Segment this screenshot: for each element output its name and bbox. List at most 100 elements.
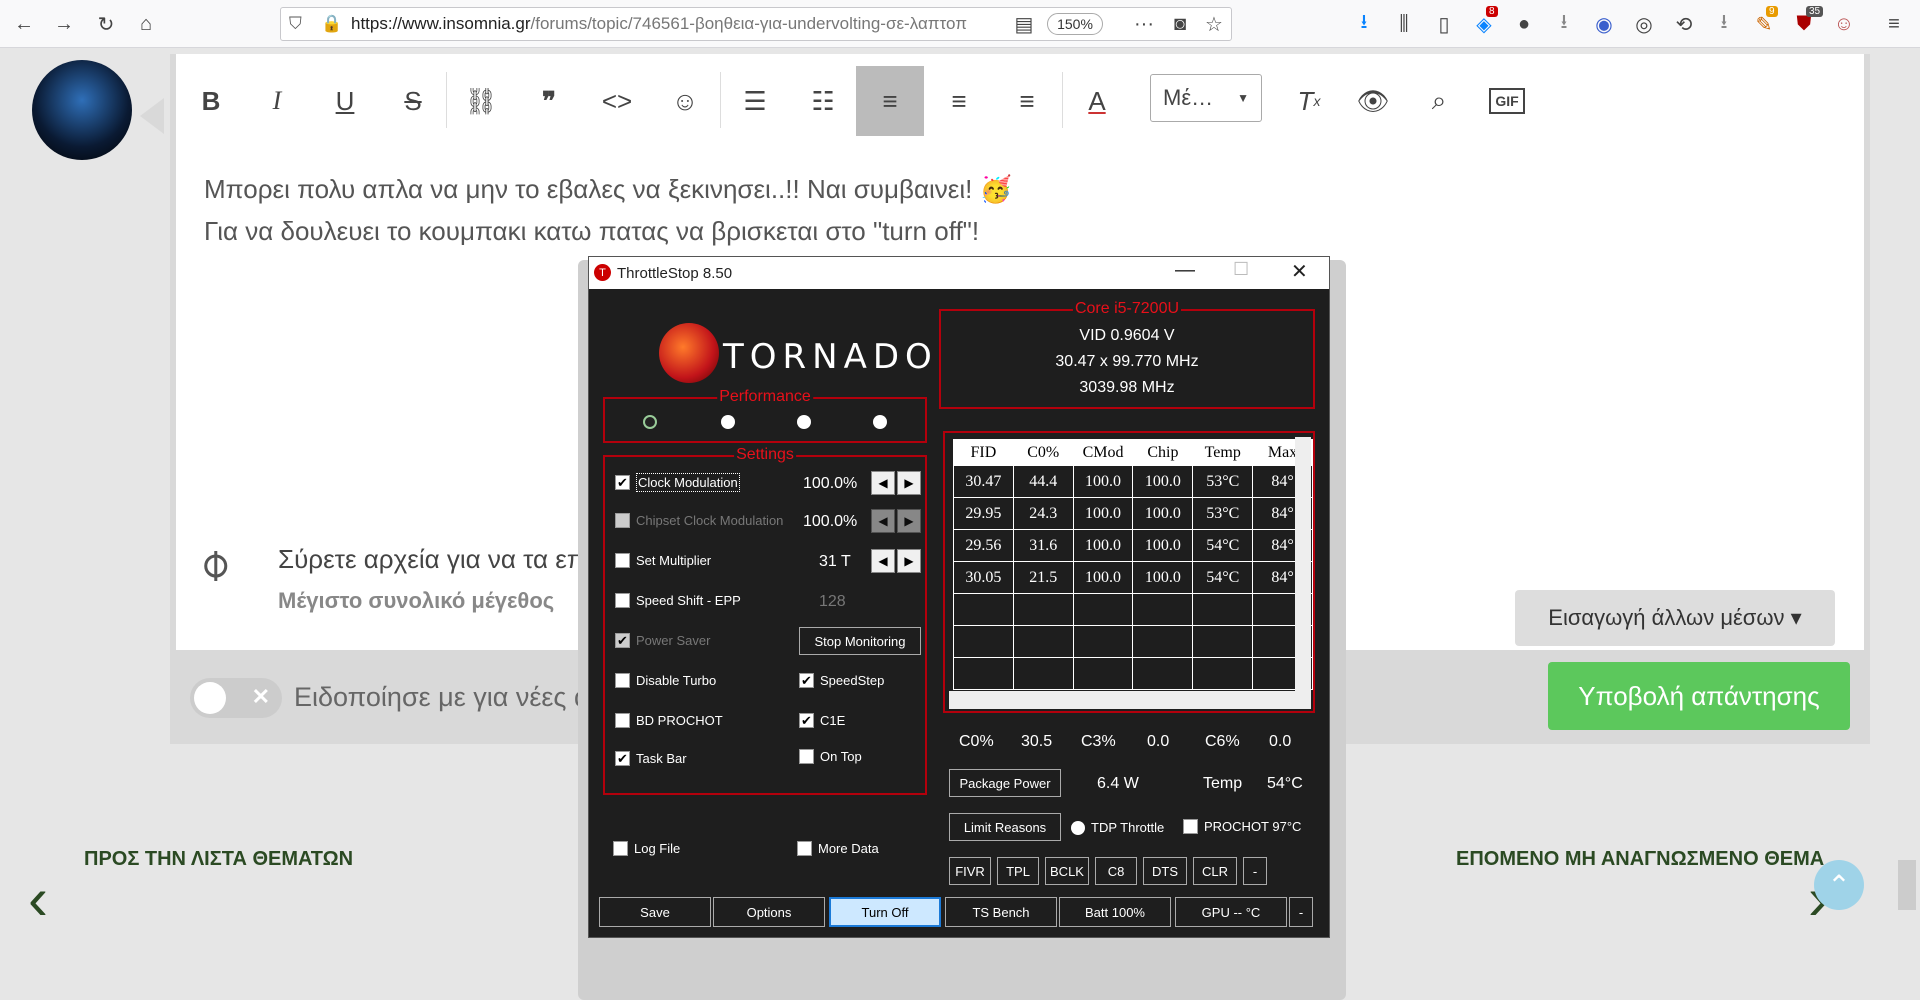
arrow-left-icon[interactable]: ◀ bbox=[871, 549, 895, 573]
code-icon[interactable]: <> bbox=[592, 76, 642, 126]
reload-icon[interactable]: ↻ bbox=[92, 10, 120, 38]
library-icon[interactable]: ⫼ bbox=[1390, 10, 1418, 38]
package-power-button[interactable]: Package Power bbox=[949, 769, 1061, 797]
options-button[interactable]: Options bbox=[713, 897, 825, 927]
checkbox-checked[interactable]: ✔ bbox=[615, 751, 630, 766]
task-bar-row[interactable]: ✔ Task Bar bbox=[615, 751, 687, 766]
extension-icon[interactable]: ● bbox=[1510, 10, 1538, 38]
speed-shift-row[interactable]: Speed Shift - EPP bbox=[615, 593, 741, 608]
align-center-icon[interactable]: ≡ bbox=[934, 76, 984, 126]
back-to-list-link[interactable]: ΠΡΟΣ ΤΗΝ ΛΙΣΤΑ ΘΕΜΑΤΩΝ bbox=[84, 848, 353, 871]
font-size-menu[interactable]: Μέ… ▼ bbox=[1150, 74, 1262, 122]
numbered-list-icon[interactable]: ☷ bbox=[798, 76, 848, 126]
home-icon[interactable]: ⌂ bbox=[132, 10, 160, 38]
menu-icon[interactable]: ≡ bbox=[1880, 10, 1908, 38]
vertical-scrollbar[interactable] bbox=[1295, 437, 1311, 693]
arrow-left-icon[interactable]: ◀ bbox=[871, 471, 895, 495]
on-top-row[interactable]: On Top bbox=[799, 749, 862, 764]
-button[interactable]: - bbox=[1289, 897, 1313, 927]
clock-mod-row[interactable]: ✔ Clock Modulation bbox=[615, 473, 740, 492]
save-button[interactable]: Save bbox=[599, 897, 711, 927]
prochot-row[interactable]: PROCHOT 97°C bbox=[1183, 819, 1301, 834]
quote-icon[interactable]: ❞ bbox=[524, 76, 574, 126]
link-icon[interactable]: ⛓ bbox=[456, 76, 506, 126]
ts-bench-button[interactable]: TS Bench bbox=[945, 897, 1057, 927]
emoji-icon[interactable]: ☺ bbox=[660, 76, 710, 126]
bold-button[interactable]: B bbox=[186, 76, 236, 126]
notify-toggle[interactable]: ✕ bbox=[190, 678, 282, 718]
disable-turbo-row[interactable]: Disable Turbo bbox=[615, 673, 716, 688]
checkbox[interactable] bbox=[613, 841, 628, 856]
profile-radio-2[interactable] bbox=[721, 415, 735, 429]
account-icon[interactable]: ◎ bbox=[1630, 10, 1658, 38]
extension3-icon[interactable]: ☺ bbox=[1830, 10, 1858, 38]
profile-radio-4[interactable] bbox=[873, 415, 887, 429]
chevron-left-icon[interactable]: ‹ bbox=[28, 864, 48, 933]
clear-format-icon[interactable]: Tx bbox=[1284, 76, 1334, 126]
find-icon[interactable]: ⌕ bbox=[1414, 76, 1464, 126]
checkbox[interactable] bbox=[1183, 819, 1198, 834]
checkbox-checked[interactable]: ✔ bbox=[799, 673, 814, 688]
next-unread-link[interactable]: ΕΠΟΜΕΝΟ ΜΗ ΑΝΑΓΝΩΣΜΕΝΟ ΘΕΜΑ bbox=[1456, 848, 1824, 871]
ghostery-icon[interactable]: ◈ 8 bbox=[1470, 6, 1498, 38]
scroll-top-icon[interactable]: ⌃ bbox=[1814, 860, 1864, 910]
cursor-ext-icon[interactable]: ◉ bbox=[1590, 10, 1618, 38]
submit-reply-button[interactable]: Υποβολή απάντησης bbox=[1548, 662, 1850, 730]
small-button-tpl[interactable]: TPL bbox=[997, 857, 1039, 885]
checkbox[interactable] bbox=[615, 673, 630, 688]
back-icon[interactable]: ← bbox=[10, 10, 38, 38]
close-icon[interactable]: ✕ bbox=[1291, 259, 1308, 284]
checkbox[interactable] bbox=[799, 749, 814, 764]
checkbox[interactable] bbox=[615, 713, 630, 728]
italic-button[interactable]: I bbox=[252, 76, 302, 126]
minimize-icon[interactable]: — bbox=[1175, 259, 1195, 282]
ublock-icon[interactable]: ⛊ 35 bbox=[1790, 6, 1824, 38]
insert-media-button[interactable]: Εισαγωγή άλλων μέσων ▾ bbox=[1515, 590, 1835, 646]
zoom-indicator[interactable]: 150% bbox=[1047, 13, 1103, 35]
font-color-icon[interactable]: A bbox=[1072, 76, 1122, 126]
sidebar-icon[interactable]: ▯ bbox=[1430, 10, 1458, 38]
more-actions-icon[interactable]: ··· bbox=[1130, 10, 1158, 38]
small-button-dts[interactable]: DTS bbox=[1143, 857, 1187, 885]
turn-off-button[interactable]: Turn Off bbox=[829, 897, 941, 927]
align-left-icon[interactable]: ≡ bbox=[856, 66, 924, 136]
small-button-[interactable]: - bbox=[1243, 857, 1267, 885]
preview-icon[interactable]: 👁 bbox=[1348, 76, 1398, 126]
gpu-c-button[interactable]: GPU -- °C bbox=[1175, 897, 1287, 927]
download-ext-icon[interactable]: ⭳ bbox=[1550, 10, 1578, 38]
more-data-row[interactable]: More Data bbox=[797, 841, 879, 856]
set-mult-row[interactable]: Set Multiplier bbox=[615, 553, 711, 568]
checkbox-checked[interactable]: ✔ bbox=[615, 475, 630, 490]
checkbox-checked[interactable]: ✔ bbox=[799, 713, 814, 728]
arrow-right-icon[interactable]: ▶ bbox=[897, 549, 921, 573]
profile-radio-1[interactable] bbox=[643, 415, 657, 429]
profile-radio-3[interactable] bbox=[797, 415, 811, 429]
limit-reasons-button[interactable]: Limit Reasons bbox=[949, 813, 1061, 841]
small-button-c8[interactable]: C8 bbox=[1095, 857, 1137, 885]
extension2-icon[interactable]: ✎ 9 bbox=[1750, 6, 1778, 38]
small-button-bclk[interactable]: BCLK bbox=[1045, 857, 1089, 885]
underline-button[interactable]: U bbox=[320, 76, 370, 126]
batt-100-button[interactable]: Batt 100% bbox=[1059, 897, 1171, 927]
scrollbar-thumb[interactable] bbox=[1898, 860, 1916, 910]
small-button-fivr[interactable]: FIVR bbox=[949, 857, 991, 885]
maximize-icon[interactable]: ☐ bbox=[1233, 259, 1249, 280]
checkbox[interactable] bbox=[615, 553, 630, 568]
align-right-icon[interactable]: ≡ bbox=[1002, 76, 1052, 126]
pocket-icon[interactable]: ◙ bbox=[1166, 10, 1194, 38]
forward-icon[interactable]: → bbox=[50, 10, 78, 38]
stop-monitoring-button[interactable]: Stop Monitoring bbox=[799, 627, 921, 655]
gif-icon[interactable]: GIF bbox=[1482, 76, 1532, 126]
bookmark-star-icon[interactable]: ☆ bbox=[1200, 10, 1228, 38]
log-file-row[interactable]: Log File bbox=[613, 841, 680, 856]
checkbox[interactable] bbox=[615, 593, 630, 608]
c1e-row[interactable]: ✔ C1E bbox=[799, 713, 845, 728]
download-icon[interactable]: ⭳ bbox=[1350, 10, 1378, 38]
reader-view-icon[interactable]: ▤ bbox=[1010, 10, 1038, 38]
small-button-clr[interactable]: CLR bbox=[1193, 857, 1237, 885]
bd-prochot-row[interactable]: BD PROCHOT bbox=[615, 713, 723, 728]
sync-icon[interactable]: ⟲ bbox=[1670, 10, 1698, 38]
strike-button[interactable]: S bbox=[388, 76, 438, 126]
checkbox[interactable] bbox=[797, 841, 812, 856]
arrow-right-icon[interactable]: ▶ bbox=[897, 471, 921, 495]
